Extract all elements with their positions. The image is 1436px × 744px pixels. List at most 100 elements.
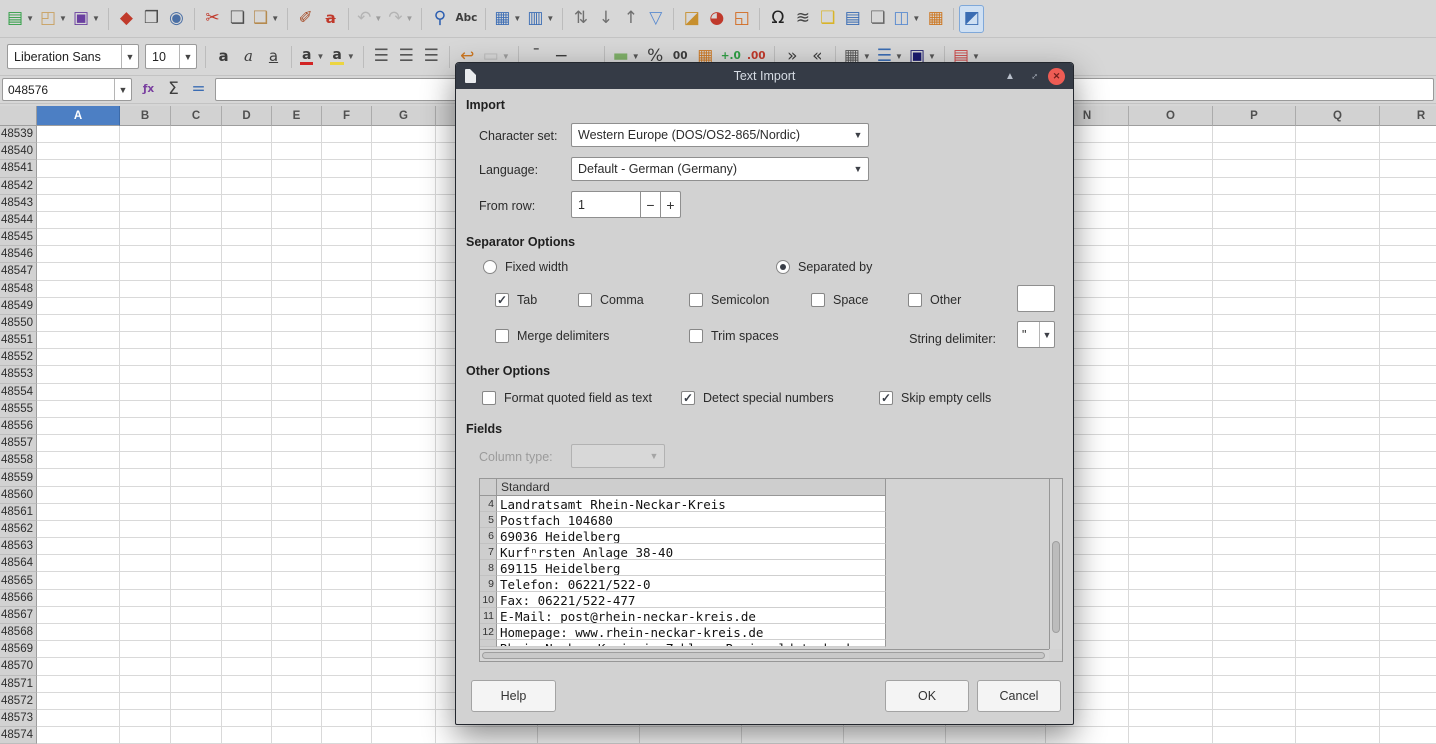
cell[interactable]: [1129, 624, 1213, 641]
cell[interactable]: [1213, 435, 1296, 452]
cell[interactable]: [272, 366, 322, 383]
dropdown-arrow-icon[interactable]: ▼: [895, 52, 903, 61]
chevron-down-icon[interactable]: ▼: [121, 45, 138, 68]
align-left-button[interactable]: ☰: [369, 43, 394, 71]
cell[interactable]: [322, 521, 372, 538]
cell[interactable]: [1296, 401, 1380, 418]
cell[interactable]: [742, 727, 844, 744]
print-preview-button[interactable]: ◉: [164, 5, 189, 33]
cell[interactable]: [272, 676, 322, 693]
preview-row[interactable]: 869115 Heidelberg: [480, 560, 886, 576]
show-draw-functions-button[interactable]: ◩: [959, 5, 984, 33]
cell[interactable]: [1213, 229, 1296, 246]
cell[interactable]: [37, 538, 120, 555]
format-quoted-checkbox[interactable]: Format quoted field as text: [482, 390, 652, 406]
cell[interactable]: [272, 178, 322, 195]
column-header-q[interactable]: Q: [1296, 106, 1380, 126]
cell[interactable]: [322, 676, 372, 693]
cell[interactable]: [1129, 195, 1213, 212]
preview-row[interactable]: 669036 Heidelberg: [480, 528, 886, 544]
cell[interactable]: [272, 143, 322, 160]
cell[interactable]: [37, 143, 120, 160]
cell[interactable]: [372, 126, 436, 143]
cell[interactable]: [37, 315, 120, 332]
cell[interactable]: [1380, 710, 1436, 727]
cell[interactable]: [222, 401, 272, 418]
cell[interactable]: [171, 624, 222, 641]
dropdown-arrow-icon[interactable]: ▼: [513, 14, 521, 23]
cell[interactable]: [372, 366, 436, 383]
cell[interactable]: [1129, 384, 1213, 401]
cell[interactable]: [171, 246, 222, 263]
cell[interactable]: [171, 195, 222, 212]
insert-pivot-table-button[interactable]: ◱: [729, 5, 754, 33]
underline-button[interactable]: a: [261, 43, 286, 71]
cell[interactable]: [1296, 315, 1380, 332]
cell[interactable]: [37, 607, 120, 624]
cell[interactable]: [272, 658, 322, 675]
cell[interactable]: [120, 332, 171, 349]
cell[interactable]: [1129, 246, 1213, 263]
cell[interactable]: [37, 521, 120, 538]
cell[interactable]: [1213, 195, 1296, 212]
cell[interactable]: [272, 504, 322, 521]
cell[interactable]: [171, 590, 222, 607]
cell[interactable]: [1380, 658, 1436, 675]
function-wizard-button[interactable]: ƒx: [136, 76, 161, 104]
cell[interactable]: [322, 332, 372, 349]
cell[interactable]: [436, 727, 538, 744]
cell[interactable]: [1296, 469, 1380, 486]
cell[interactable]: [272, 246, 322, 263]
cell[interactable]: [171, 693, 222, 710]
preview-column-header[interactable]: Standard: [497, 479, 886, 496]
string-delimiter-dropdown[interactable]: " ▼: [1017, 321, 1055, 348]
cell[interactable]: [372, 590, 436, 607]
insert-special-character-button[interactable]: Ω: [765, 5, 790, 33]
insert-comment-button[interactable]: ❑: [815, 5, 840, 33]
cell[interactable]: [1213, 263, 1296, 280]
cell[interactable]: [37, 298, 120, 315]
cell[interactable]: [222, 143, 272, 160]
cell[interactable]: [37, 418, 120, 435]
cell[interactable]: [1046, 727, 1129, 744]
cell[interactable]: [1380, 212, 1436, 229]
cell[interactable]: [1129, 332, 1213, 349]
cell[interactable]: [1129, 693, 1213, 710]
cell[interactable]: [120, 693, 171, 710]
cell[interactable]: [322, 126, 372, 143]
cell[interactable]: [120, 315, 171, 332]
row-header-48545[interactable]: 48545: [0, 229, 37, 246]
cell[interactable]: [171, 487, 222, 504]
detect-special-numbers-checkbox[interactable]: Detect special numbers: [681, 390, 834, 406]
cell[interactable]: [322, 658, 372, 675]
cell[interactable]: [37, 590, 120, 607]
row-header-48570[interactable]: 48570: [0, 658, 37, 675]
row-header-48572[interactable]: 48572: [0, 693, 37, 710]
cell[interactable]: [1296, 349, 1380, 366]
cell[interactable]: [272, 487, 322, 504]
cell[interactable]: [222, 195, 272, 212]
scrollbar-thumb[interactable]: [482, 652, 1045, 659]
cell[interactable]: [1380, 487, 1436, 504]
cell[interactable]: [1296, 263, 1380, 280]
cell[interactable]: [372, 538, 436, 555]
cell[interactable]: [120, 555, 171, 572]
preview-vertical-scrollbar[interactable]: [1049, 479, 1062, 649]
cell[interactable]: [272, 727, 322, 744]
cell[interactable]: [1380, 126, 1436, 143]
cell[interactable]: [1296, 229, 1380, 246]
cell[interactable]: [171, 435, 222, 452]
cell[interactable]: [171, 452, 222, 469]
cell[interactable]: [37, 401, 120, 418]
cell[interactable]: [222, 538, 272, 555]
other-checkbox[interactable]: Other: [908, 292, 961, 308]
cell[interactable]: [1129, 504, 1213, 521]
dropdown-arrow-icon[interactable]: ▼: [26, 14, 34, 23]
cell[interactable]: [1296, 143, 1380, 160]
split-window-button[interactable]: ▦: [923, 5, 948, 33]
cell[interactable]: [1380, 195, 1436, 212]
column-header-o[interactable]: O: [1129, 106, 1213, 126]
cell[interactable]: [1213, 246, 1296, 263]
sort-button[interactable]: ⇅: [568, 5, 593, 33]
cell[interactable]: [272, 418, 322, 435]
